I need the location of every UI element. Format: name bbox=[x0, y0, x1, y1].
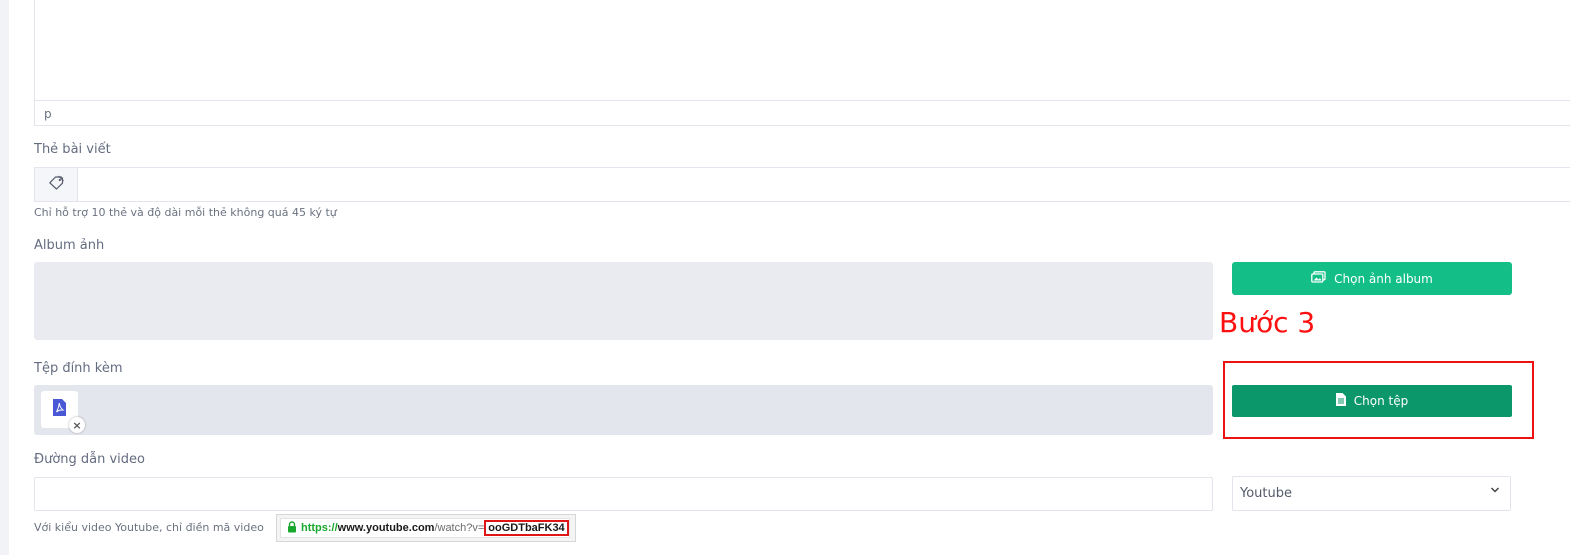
tags-label: Thẻ bài viết bbox=[34, 142, 111, 157]
lock-icon bbox=[287, 521, 297, 536]
album-dropzone[interactable] bbox=[34, 262, 1213, 340]
chevron-down-icon bbox=[1490, 483, 1500, 497]
choose-album-button[interactable]: Chọn ảnh album bbox=[1232, 262, 1512, 295]
remove-file-button[interactable]: × bbox=[69, 417, 85, 433]
tags-hint: Chỉ hỗ trợ 10 thẻ và độ dài mỗi thẻ khôn… bbox=[34, 206, 337, 219]
url-host: www.youtube.com bbox=[337, 522, 435, 534]
example-url-text: https://www.youtube.com/watch?v= ooGDTbaF… bbox=[301, 520, 569, 536]
example-url-screenshot: https://www.youtube.com/watch?v= ooGDTbaF… bbox=[276, 514, 576, 542]
editor-status-bar: p bbox=[34, 100, 1570, 126]
close-icon: × bbox=[72, 418, 82, 432]
choose-album-label: Chọn ảnh album bbox=[1334, 271, 1433, 286]
left-sidebar-strip bbox=[0, 0, 9, 555]
attachment-label: Tệp đính kèm bbox=[34, 361, 123, 376]
tag-icon bbox=[48, 175, 65, 194]
images-icon bbox=[1311, 271, 1326, 286]
editor-element-path[interactable]: p bbox=[44, 107, 52, 121]
url-path: /watch?v= bbox=[434, 522, 485, 534]
tags-input[interactable] bbox=[34, 167, 1570, 202]
attachment-dropzone[interactable] bbox=[34, 385, 1213, 435]
video-url-input[interactable] bbox=[34, 477, 1213, 511]
step-annotation: Bước 3 bbox=[1219, 306, 1316, 339]
video-url-label: Đường dẫn video bbox=[34, 452, 145, 467]
video-hint: Với kiểu video Youtube, chỉ điền mã vide… bbox=[34, 521, 264, 534]
url-scheme: https:// bbox=[301, 522, 338, 534]
video-type-select[interactable]: Youtube bbox=[1232, 476, 1511, 511]
editor-content-area[interactable] bbox=[34, 0, 1570, 101]
video-code-highlight: ooGDTbaFK34 bbox=[484, 520, 569, 536]
tags-addon bbox=[34, 167, 78, 202]
video-type-value: Youtube bbox=[1240, 486, 1292, 501]
file-icon bbox=[1335, 393, 1346, 409]
pdf-file-icon bbox=[53, 399, 66, 420]
choose-file-button[interactable]: Chọn tệp bbox=[1232, 385, 1512, 417]
choose-file-label: Chọn tệp bbox=[1353, 394, 1409, 408]
example-url-bar: https://www.youtube.com/watch?v= ooGDTbaF… bbox=[280, 518, 570, 538]
album-label: Album ảnh bbox=[34, 238, 105, 253]
